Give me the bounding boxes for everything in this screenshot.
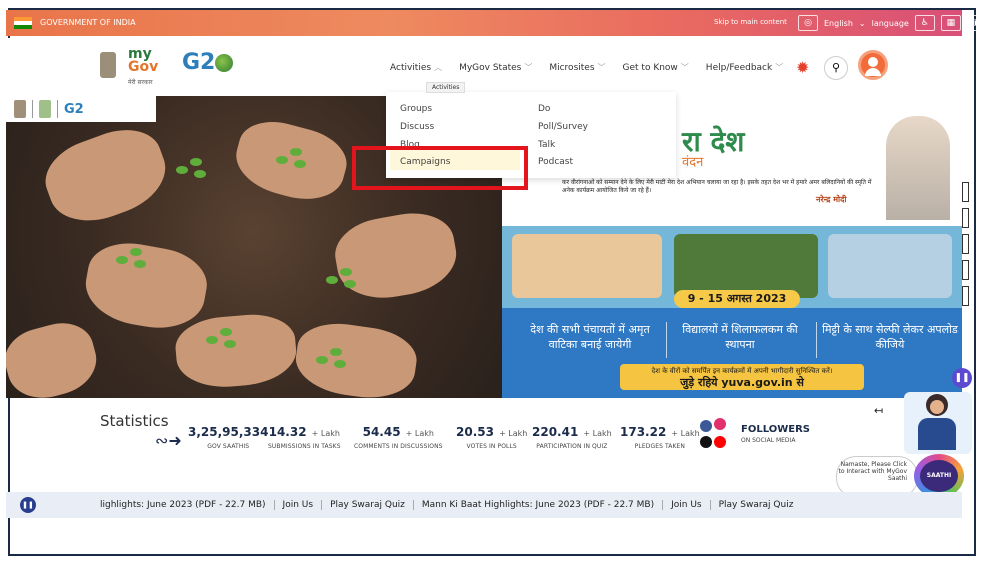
ticker-item[interactable]: Join Us (275, 500, 323, 510)
news-ticker: ❚❚ lighlights: June 2023 (PDF - 22.7 MB)… (6, 492, 962, 518)
statistics-title: Statistics (100, 412, 169, 430)
nav-mygov-states[interactable]: MyGov States ﹀ (459, 62, 532, 73)
activities-tooltip: Activities (426, 82, 466, 93)
chevron-down-icon: ﹀ (524, 63, 533, 72)
india-flag-icon (14, 17, 32, 29)
g20-globe-icon (215, 54, 234, 72)
translate-icon[interactable]: ◎ (798, 15, 818, 31)
annotation-highlight-box (352, 146, 528, 190)
ticker-item[interactable]: Join Us (663, 500, 711, 510)
stat-votes: 20.53 + Lakh VOTES IN POLLS (456, 425, 528, 450)
initiative-amrit-vatika: देश की सभी पंचायतों में अमृत वाटिका बनाई… (530, 323, 650, 351)
national-emblem-icon (100, 52, 116, 78)
chevron-down-icon: ﹀ (775, 63, 784, 72)
swirl-decoration-icon: ∾➜ (155, 431, 182, 450)
ticker-item[interactable]: Play Swaraj Quiz (711, 500, 802, 510)
screen-reader-icon[interactable]: ▣ (966, 15, 984, 31)
national-emblem-icon (14, 100, 26, 118)
hero-logo-strip: G2 (6, 96, 156, 122)
pm-portrait (886, 116, 950, 220)
chevron-down-icon[interactable]: ⌄ (859, 19, 866, 28)
photo-planting (674, 234, 818, 298)
yuva-portal-callout[interactable]: देश के वीरों को समर्पित इन कार्यक्रमों म… (620, 364, 864, 390)
social-icons[interactable] (696, 418, 732, 450)
nav-help-feedback[interactable]: Help/Feedback ﹀ (706, 62, 783, 73)
stat-pledges: 173.22 + Lakh PLEDGES TAKEN (620, 425, 700, 450)
user-avatar[interactable] (858, 50, 888, 80)
ticker-pause-button[interactable]: ❚❚ (20, 497, 36, 513)
current-language[interactable]: English (824, 19, 853, 28)
initiative-selfie: मिट्टी के साथ सेल्फी लेकर अपलोड कीजिये (822, 323, 958, 351)
banner-initiatives: देश की सभी पंचायतों में अमृत वाटिका बनाई… (502, 308, 962, 398)
menu-item-poll-survey[interactable]: Poll/Survey (538, 122, 588, 132)
search-icon[interactable]: ⚲ (824, 56, 848, 80)
photo-students (828, 234, 952, 298)
initiative-shilaphalakam: विद्यालयों में शिलाफलकम की स्थापना (682, 323, 798, 351)
stat-submissions: 14.32 + Lakh SUBMISSIONS IN TASKS (268, 425, 341, 450)
g20-logo-small: G2 (64, 101, 84, 117)
ticker-item[interactable]: Play Swaraj Quiz (322, 500, 414, 510)
menu-item-do[interactable]: Do (538, 104, 550, 114)
followers-block: FOLLOWERS ON SOCIAL MEDIA (741, 424, 810, 444)
mygov-logo[interactable]: my Gov मेरी सरकार (128, 47, 158, 89)
yuva-link[interactable]: जुड़े रहिये yuva.gov.in से (680, 376, 804, 389)
stat-quiz: 220.41 + Lakh PARTICIPATION IN QUIZ (532, 425, 612, 450)
banner-photos: 9 - 15 अगस्त 2023 (502, 226, 962, 308)
chevron-up-icon: ︿ (434, 63, 443, 72)
government-bar: GOVERNMENT OF INDIA Skip to main content… (6, 10, 984, 36)
menu-item-talk[interactable]: Talk (538, 140, 555, 150)
ticker-item[interactable]: Mann Ki Baat Highlights: June 2023 (PDF … (414, 500, 664, 510)
azadi-logo-icon (39, 100, 51, 118)
ticker-item[interactable]: lighlights: June 2023 (PDF - 22.7 MB) (92, 500, 275, 510)
banner-signature: नरेन्द्र मोदी (816, 195, 847, 204)
stat-comments: 54.45 + Lakh COMMENTS IN DISCUSSIONS (354, 425, 443, 450)
accessibility-icon[interactable]: ♿ (914, 15, 935, 31)
banner-description: कर वीरांगनाओं को सम्मान देने के लिए मेरी… (562, 179, 872, 194)
main-nav: Activities ︿ MyGov States ﹀ Microsites ﹀ Ge… (390, 62, 783, 73)
carousel-indicators[interactable] (962, 182, 969, 312)
menu-item-discuss[interactable]: Discuss (400, 122, 434, 132)
language-label[interactable]: language (872, 19, 909, 28)
menu-item-podcast[interactable]: Podcast (538, 157, 573, 167)
saathi-assistant-card[interactable] (904, 392, 972, 454)
chevron-down-icon: ﹀ (680, 63, 689, 72)
nav-activities[interactable]: Activities ︿ (390, 62, 442, 73)
menu-item-groups[interactable]: Groups (400, 104, 432, 114)
x-icon (700, 436, 712, 448)
banner-subheading: वंदन (682, 155, 704, 170)
carousel-pause-button[interactable]: ❚❚ (952, 368, 972, 388)
sitemap-icon[interactable]: ▦ (940, 15, 961, 31)
collapse-arrow-icon[interactable]: ↤ (874, 404, 883, 417)
event-date-badge: 9 - 15 अगस्त 2023 (674, 290, 800, 308)
instagram-icon (714, 418, 726, 430)
skip-to-main-link[interactable]: Skip to main content (714, 18, 787, 26)
site-header: my Gov मेरी सरकार G2 Activities ︿ MyGov S… (6, 38, 962, 96)
language-controls: ◎ English ⌄ language ♿ ▦ ▣ (798, 15, 984, 31)
nav-get-to-know[interactable]: Get to Know ﹀ (623, 62, 689, 73)
theme-toggle-icon[interactable]: ✹ (796, 58, 809, 77)
chevron-down-icon: ﹀ (597, 63, 606, 72)
photo-plaque (512, 234, 662, 298)
youtube-icon (714, 436, 726, 448)
facebook-icon (700, 420, 712, 432)
nav-microsites[interactable]: Microsites ﹀ (549, 62, 605, 73)
stat-gov-saathis: 3,25,95,334 GOV SAATHIS (188, 425, 269, 450)
g20-logo[interactable]: G2 (182, 50, 234, 75)
government-label: GOVERNMENT OF INDIA (40, 18, 136, 27)
